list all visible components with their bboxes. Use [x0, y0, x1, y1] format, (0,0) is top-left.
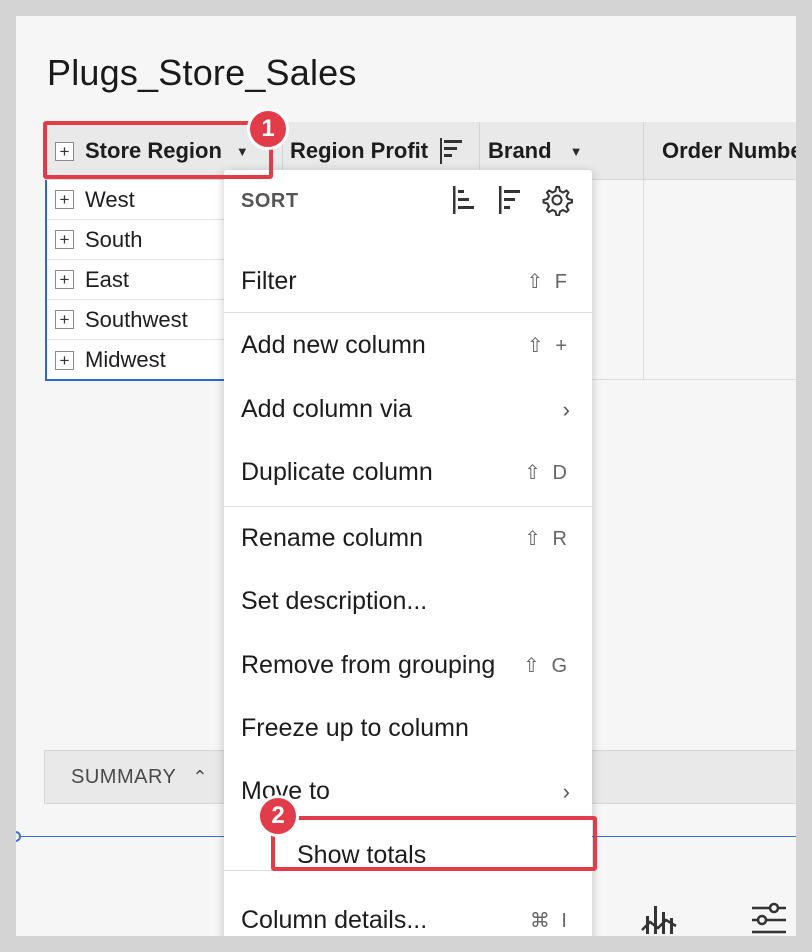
- row-label: Southwest: [85, 306, 188, 332]
- column-header-label: Order Numbe: [662, 138, 796, 163]
- plus-icon[interactable]: +: [55, 190, 74, 209]
- plus-icon[interactable]: +: [55, 270, 74, 289]
- row-label: West: [85, 186, 135, 212]
- column-header-label: Brand: [488, 138, 552, 163]
- table-row[interactable]: + East: [47, 260, 225, 300]
- workbook-frame: Plugs_Store_Sales + Store Region ▼ Regio…: [16, 16, 796, 936]
- table-row[interactable]: + South: [47, 220, 225, 260]
- menu-item-set-description[interactable]: Set description...: [224, 570, 592, 633]
- shortcut-hint: ⇧ +: [527, 335, 570, 357]
- menu-item-freeze-up-to-column[interactable]: Freeze up to column: [224, 697, 592, 760]
- chevron-up-icon[interactable]: ⌃: [192, 767, 208, 788]
- plus-icon[interactable]: +: [55, 230, 74, 249]
- sort-descending-icon[interactable]: [496, 184, 524, 222]
- column-header-label: Region Profit: [290, 138, 429, 163]
- chevron-right-icon: ›: [562, 778, 570, 804]
- chart-icon[interactable]: [640, 900, 680, 936]
- menu-item-column-details[interactable]: Column details... ⌘ I: [224, 889, 592, 936]
- menu-item-filter[interactable]: Filter ⇧ F: [224, 250, 592, 312]
- brand-column-body: [587, 180, 643, 380]
- table-row[interactable]: + Southwest: [47, 300, 225, 340]
- row-label: Midwest: [85, 347, 166, 372]
- table-row[interactable]: + Midwest: [47, 340, 225, 380]
- store-region-column: + West + South + East + Southwest + Midw…: [45, 180, 225, 381]
- callout-box-store-region: [43, 121, 273, 179]
- shortcut-hint: ⇧ F: [526, 270, 570, 293]
- caret-down-icon[interactable]: ▼: [570, 144, 583, 159]
- menu-item-rename-column[interactable]: Rename column ⇧ R: [224, 507, 592, 570]
- table-row[interactable]: + West: [47, 180, 225, 220]
- row-label: South: [85, 226, 143, 252]
- gear-icon[interactable]: [542, 184, 574, 222]
- shortcut-hint: ⇧ G: [523, 655, 570, 677]
- menu-divider: [224, 312, 592, 313]
- callout-box-show-totals: [271, 816, 597, 871]
- plus-icon[interactable]: +: [55, 350, 74, 370]
- shortcut-hint: ⇧ D: [524, 462, 570, 484]
- callout-badge: 2: [257, 795, 299, 837]
- resize-handle[interactable]: [16, 831, 21, 842]
- shortcut-hint: ⇧ R: [524, 528, 570, 550]
- shortcut-hint: ⌘ I: [529, 910, 570, 932]
- sort-section-header: SORT: [224, 170, 592, 232]
- summary-label: SUMMARY: [71, 765, 177, 788]
- column-header-order-number[interactable]: Order Numbe: [643, 122, 796, 180]
- sort-descending-icon[interactable]: [438, 136, 464, 166]
- chevron-right-icon: ›: [562, 396, 570, 422]
- sort-ascending-icon[interactable]: [450, 184, 478, 222]
- sliders-icon[interactable]: [750, 900, 788, 936]
- order-number-column-body: [643, 180, 796, 380]
- menu-item-add-column-via[interactable]: Add column via ›: [224, 378, 592, 441]
- sort-label: SORT: [241, 189, 299, 212]
- menu-item-add-new-column[interactable]: Add new column ⇧ +: [224, 314, 592, 377]
- menu-item-duplicate-column[interactable]: Duplicate column ⇧ D: [224, 441, 592, 504]
- row-label: East: [85, 266, 130, 292]
- plus-icon[interactable]: +: [55, 310, 74, 329]
- menu-item-remove-from-grouping[interactable]: Remove from grouping ⇧ G: [224, 634, 592, 697]
- callout-badge: 1: [247, 108, 289, 150]
- page-title: Plugs_Store_Sales: [47, 52, 357, 93]
